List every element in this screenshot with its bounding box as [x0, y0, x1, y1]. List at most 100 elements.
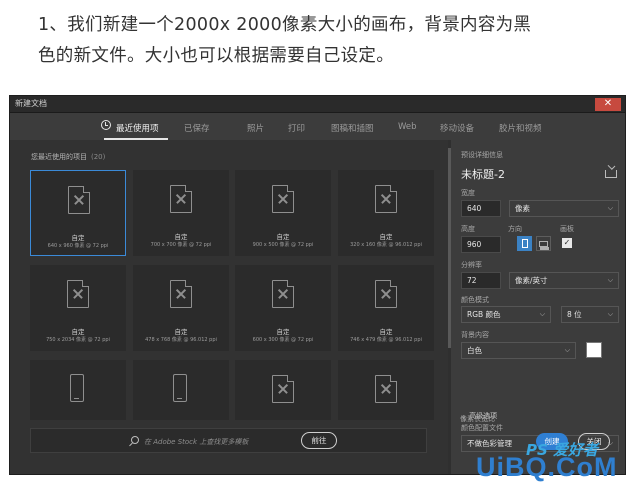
- color-mode-label: 颜色模式: [461, 296, 489, 304]
- background-select[interactable]: 白色 ⌵: [461, 342, 576, 359]
- preset-size: 700 x 700 像素 @ 72 ppi: [150, 242, 212, 248]
- bit-depth-value: 8 位: [567, 310, 582, 319]
- search-icon: [131, 436, 139, 444]
- tab-saved[interactable]: 已保存: [184, 122, 210, 134]
- height-label: 高度: [461, 225, 475, 233]
- preset-card[interactable]: 自定 746 x 479 像素 @ 96.012 ppi: [338, 265, 434, 351]
- color-mode-select[interactable]: RGB 颜色 ⌵: [461, 306, 551, 323]
- window-title: 新建文档: [15, 99, 47, 108]
- title-bar: 新建文档 ✕: [10, 96, 625, 113]
- width-unit-select[interactable]: 像素 ⌵: [509, 200, 619, 217]
- document-icon: [272, 185, 294, 213]
- save-preset-icon[interactable]: [605, 170, 617, 178]
- preset-name: 自定: [276, 233, 290, 241]
- search-placeholder: 在 Adobe Stock 上查找更多模板: [144, 438, 249, 446]
- preset-card[interactable]: 自定 478 x 768 像素 @ 96.012 ppi: [133, 265, 229, 351]
- preset-size: 750 x 2034 像素 @ 72 ppi: [46, 337, 110, 343]
- clock-icon: [101, 120, 111, 130]
- preset-card[interactable]: 自定 900 x 500 像素 @ 72 ppi: [235, 170, 331, 256]
- preset-card[interactable]: [338, 360, 434, 420]
- color-mode-value: RGB 颜色: [467, 310, 501, 319]
- preset-size: 746 x 479 像素 @ 96.012 ppi: [350, 337, 422, 343]
- height-input[interactable]: 960: [461, 236, 501, 253]
- resolution-unit-select[interactable]: 像素/英寸 ⌵: [509, 272, 619, 289]
- recent-count: (20): [91, 153, 106, 161]
- background-color-swatch[interactable]: [586, 342, 602, 358]
- recent-section-title: 您最近使用的项目 (20): [31, 152, 105, 162]
- pixel-aspect-label: 像素长宽比: [460, 415, 495, 423]
- details-header: 预设详细信息: [461, 151, 503, 159]
- preset-card[interactable]: 自定 700 x 700 像素 @ 72 ppi: [133, 170, 229, 256]
- portrait-icon: [522, 239, 528, 248]
- instruction-line-2: 色的新文件。大小也可以根据需要自己设定。: [38, 46, 394, 66]
- recent-presets-panel: 您最近使用的项目 (20) 自定 640 x 960 像素 @ 72 ppi 自定…: [10, 140, 448, 474]
- portrait-orientation-button[interactable]: [517, 236, 532, 251]
- resolution-label: 分辨率: [461, 261, 482, 269]
- go-button[interactable]: 前往: [301, 432, 337, 449]
- document-name[interactable]: 未标题-2: [461, 166, 505, 182]
- preset-name: 自定: [379, 328, 393, 336]
- preset-name: 自定: [379, 233, 393, 241]
- tab-art-illustration[interactable]: 图稿和插图: [331, 122, 374, 134]
- artboard-checkbox[interactable]: ✓: [562, 238, 572, 248]
- tab-web[interactable]: Web: [398, 122, 417, 132]
- preset-name: 自定: [71, 234, 85, 242]
- resolution-input[interactable]: 72: [461, 272, 501, 289]
- color-profile-label: 颜色配置文件: [461, 424, 503, 432]
- preset-size: 640 x 960 像素 @ 72 ppi: [47, 243, 109, 249]
- tab-photo[interactable]: 照片: [247, 122, 264, 134]
- instruction-line-1: 1、我们新建一个2000x 2000像素大小的画布，背景内容为黑: [38, 15, 532, 35]
- preset-card[interactable]: 自定 600 x 300 像素 @ 72 ppi: [235, 265, 331, 351]
- preset-card[interactable]: 自定 750 x 2034 像素 @ 72 ppi: [30, 265, 126, 351]
- landscape-orientation-button[interactable]: [536, 236, 551, 251]
- background-label: 背景内容: [461, 331, 489, 339]
- bit-depth-select[interactable]: 8 位 ⌵: [561, 306, 619, 323]
- preset-card[interactable]: [133, 360, 229, 420]
- instruction-text: 1、我们新建一个2000x 2000像素大小的画布，背景内容为黑 色的新文件。大…: [38, 10, 608, 72]
- preset-name: 自定: [276, 328, 290, 336]
- stock-search-bar[interactable]: 在 Adobe Stock 上查找更多模板 前往: [30, 428, 427, 453]
- tab-print[interactable]: 打印: [288, 122, 305, 134]
- tab-mobile[interactable]: 移动设备: [440, 122, 474, 134]
- preset-card[interactable]: [30, 360, 126, 420]
- document-icon: [68, 186, 90, 214]
- width-label: 宽度: [461, 189, 475, 197]
- orientation-label: 方向: [508, 225, 522, 233]
- preset-name: 自定: [174, 233, 188, 241]
- preset-size: 900 x 500 像素 @ 72 ppi: [252, 242, 314, 248]
- document-icon: [67, 280, 89, 308]
- phone-icon: [173, 374, 187, 402]
- watermark-uibq: UiBQ.CoM: [476, 452, 618, 482]
- new-document-dialog: 新建文档 ✕ 最近使用项 已保存 照片 打印 图稿和插图 Web 移动设备 胶片…: [9, 95, 626, 475]
- chevron-down-icon: ⌵: [564, 346, 570, 354]
- document-icon: [170, 185, 192, 213]
- document-icon: [375, 280, 397, 308]
- preset-card[interactable]: 自定 320 x 160 像素 @ 96.012 ppi: [338, 170, 434, 256]
- background-value: 白色: [467, 346, 482, 355]
- preset-size: 600 x 300 像素 @ 72 ppi: [252, 337, 314, 343]
- preset-size: 478 x 768 像素 @ 96.012 ppi: [145, 337, 217, 343]
- document-icon: [272, 375, 294, 403]
- window-close-button[interactable]: ✕: [595, 98, 621, 111]
- document-icon: [272, 280, 294, 308]
- tab-recent[interactable]: 最近使用项: [116, 122, 159, 134]
- chevron-down-icon: ⌵: [607, 276, 613, 284]
- chevron-down-icon: ⌵: [607, 310, 613, 318]
- chevron-down-icon: ⌵: [539, 310, 545, 318]
- preset-name: 自定: [71, 328, 85, 336]
- recent-title: 您最近使用的项目: [31, 153, 87, 161]
- document-icon: [375, 185, 397, 213]
- tab-film-video[interactable]: 胶片和视频: [499, 122, 542, 134]
- phone-icon: [70, 374, 84, 402]
- document-icon: [170, 280, 192, 308]
- resolution-unit-value: 像素/英寸: [515, 276, 548, 285]
- width-unit-value: 像素: [515, 204, 530, 213]
- preset-name: 自定: [174, 328, 188, 336]
- preset-size: 320 x 160 像素 @ 96.012 ppi: [350, 242, 422, 248]
- width-input[interactable]: 640: [461, 200, 501, 217]
- chevron-down-icon: ⌵: [607, 204, 613, 212]
- preset-card[interactable]: [235, 360, 331, 420]
- artboard-label: 画板: [560, 225, 574, 233]
- preset-card[interactable]: 自定 640 x 960 像素 @ 72 ppi: [30, 170, 126, 256]
- color-profile-value: 不做色彩管理: [467, 439, 512, 448]
